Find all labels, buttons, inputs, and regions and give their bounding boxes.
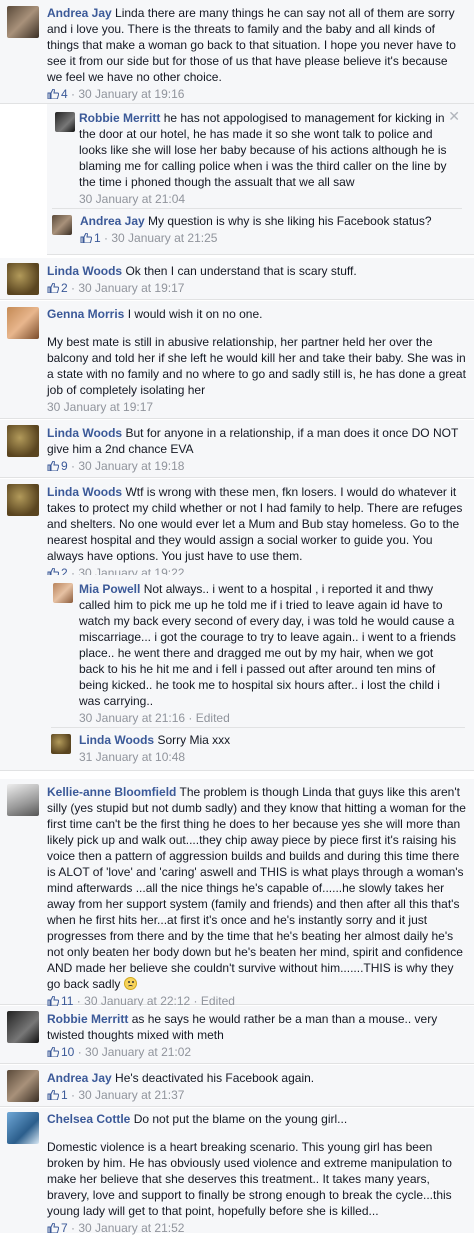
- like-icon[interactable]: [47, 1047, 59, 1057]
- comment-author[interactable]: Linda Woods: [79, 733, 154, 747]
- like-count[interactable]: 10: [61, 1045, 74, 1059]
- comment-meta: 4 · 30 January at 19:16: [47, 86, 466, 102]
- timestamp[interactable]: 31 January at 10:48: [79, 750, 185, 764]
- comment: Chelsea Cottle Do not put the blame on t…: [0, 1108, 474, 1236]
- comment-author[interactable]: Andrea Jay: [47, 1071, 112, 1085]
- comment-body: Linda Woods Wtf is wrong with these men,…: [47, 484, 466, 581]
- comment-author[interactable]: Genna Morris: [47, 307, 124, 321]
- comment-author[interactable]: Chelsea Cottle: [47, 1112, 130, 1126]
- comment-text: My question is why is she liking his Fac…: [148, 214, 432, 228]
- reply: Linda Woods Sorry Mia xxx 31 January at …: [51, 727, 465, 764]
- comment-body: Andrea Jay Linda there are many things h…: [47, 5, 466, 102]
- close-icon[interactable]: ✕: [448, 108, 460, 125]
- comment-body: Andrea Jay My question is why is she lik…: [80, 213, 460, 246]
- reply-thread: Robbie Merritt he has not appologised to…: [47, 104, 474, 255]
- like-count[interactable]: 4: [61, 87, 68, 101]
- comment-meta: 1 · 30 January at 21:37: [47, 1087, 466, 1103]
- avatar[interactable]: [51, 734, 71, 754]
- like-icon[interactable]: [80, 233, 92, 243]
- comment: Genna Morris I would wish it on no one. …: [0, 301, 474, 419]
- comment-meta: 1 · 30 January at 21:25: [80, 230, 460, 246]
- comment-meta: 31 January at 10:48: [79, 749, 459, 765]
- comment-body: Robbie Merritt as he says he would rathe…: [47, 1011, 466, 1060]
- sad-face-icon: [123, 977, 137, 990]
- comment-meta: 9 · 30 January at 19:18: [47, 458, 466, 474]
- comment-body: Kellie-anne Bloomfield The problem is th…: [47, 784, 466, 1009]
- reply-thread: Mia Powell Not always.. i went to a hosp…: [47, 575, 474, 768]
- avatar[interactable]: [7, 784, 39, 816]
- like-icon[interactable]: [47, 996, 59, 1006]
- comment-text: Domestic violence is a heart breaking sc…: [47, 1140, 452, 1218]
- comment-author[interactable]: Kellie-anne Bloomfield: [47, 785, 176, 799]
- comment-author[interactable]: Andrea Jay: [80, 214, 145, 228]
- timestamp[interactable]: 30 January at 21:04: [79, 192, 185, 206]
- comment-author[interactable]: Linda Woods: [47, 485, 122, 499]
- like-icon[interactable]: [47, 1223, 59, 1233]
- comment-body: Linda Woods But for anyone in a relation…: [47, 425, 466, 474]
- reply: Andrea Jay My question is why is she lik…: [52, 208, 462, 245]
- like-count[interactable]: 2: [61, 281, 68, 295]
- timestamp[interactable]: 30 January at 19:17: [47, 400, 153, 414]
- like-icon[interactable]: [47, 461, 59, 471]
- comment-text: Sorry Mia xxx: [157, 733, 231, 747]
- comment-meta: 30 January at 19:17: [47, 399, 466, 415]
- timestamp[interactable]: 30 January at 21:37: [78, 1088, 184, 1102]
- avatar[interactable]: [7, 307, 39, 339]
- comment-text: The problem is though Linda that guys li…: [47, 785, 466, 991]
- comment: Andrea Jay He's deactivated his Facebook…: [0, 1065, 474, 1107]
- comment-text: Ok then I can understand that is scary s…: [125, 264, 357, 278]
- avatar[interactable]: [7, 425, 39, 457]
- comment-body: Chelsea Cottle Do not put the blame on t…: [47, 1111, 466, 1236]
- like-count[interactable]: 9: [61, 459, 68, 473]
- comment-text: I would wish it on no one.: [127, 307, 263, 321]
- like-icon[interactable]: [47, 1090, 59, 1100]
- avatar[interactable]: [7, 1112, 39, 1144]
- comment-body: Linda Woods Ok then I can understand tha…: [47, 263, 466, 296]
- avatar[interactable]: [7, 1011, 39, 1043]
- comment-body: Mia Powell Not always.. i went to a hosp…: [79, 581, 461, 726]
- comment: Linda Woods Ok then I can understand tha…: [0, 258, 474, 300]
- like-count[interactable]: 1: [94, 231, 101, 245]
- comment-body: Genna Morris I would wish it on no one. …: [47, 306, 466, 415]
- avatar[interactable]: [52, 215, 72, 235]
- timestamp[interactable]: 30 January at 19:16: [78, 87, 184, 101]
- like-icon[interactable]: [47, 89, 59, 99]
- timestamp[interactable]: 30 January at 19:17: [78, 281, 184, 295]
- comment-text: My best mate is still in abusive relatio…: [47, 335, 466, 397]
- comment-meta: 2 · 30 January at 19:17: [47, 280, 466, 296]
- comment-author[interactable]: Linda Woods: [47, 426, 122, 440]
- comment-author[interactable]: Linda Woods: [47, 264, 122, 278]
- comment-meta: 10 · 30 January at 21:02: [47, 1044, 466, 1060]
- avatar[interactable]: [7, 484, 39, 516]
- comment: Robbie Merritt as he says he would rathe…: [0, 1006, 474, 1064]
- comment-text: He's deactivated his Facebook again.: [115, 1071, 315, 1085]
- comment-meta: 30 January at 21:04: [79, 191, 449, 207]
- avatar[interactable]: [55, 112, 75, 132]
- comment: Kellie-anne Bloomfield The problem is th…: [0, 779, 474, 1008]
- comment-meta: 7 · 30 January at 21:52: [47, 1220, 466, 1236]
- avatar[interactable]: [7, 1070, 39, 1102]
- avatar[interactable]: [7, 263, 39, 295]
- comment-text: Not always.. i went to a hospital , i re…: [79, 582, 456, 708]
- comment-body: Linda Woods Sorry Mia xxx 31 January at …: [79, 732, 459, 765]
- comment: Linda Woods But for anyone in a relation…: [0, 420, 474, 478]
- timestamp[interactable]: 30 January at 21:02: [85, 1045, 191, 1059]
- comment-meta: 30 January at 21:16 · Edited: [79, 711, 230, 725]
- timestamp[interactable]: 30 January at 21:25: [111, 231, 217, 245]
- avatar[interactable]: [7, 6, 39, 38]
- edited-label[interactable]: Edited: [196, 711, 230, 725]
- avatar[interactable]: [53, 583, 73, 603]
- like-count[interactable]: 1: [61, 1088, 68, 1102]
- comment-author[interactable]: Robbie Merritt: [79, 111, 160, 125]
- comment-author[interactable]: Andrea Jay: [47, 6, 112, 20]
- comment-text: Do not put the blame on the young girl..…: [133, 1112, 348, 1126]
- comment-author[interactable]: Robbie Merritt: [47, 1012, 128, 1026]
- like-icon[interactable]: [47, 283, 59, 293]
- comment: Andrea Jay Linda there are many things h…: [0, 0, 474, 104]
- comment-author[interactable]: Mia Powell: [79, 582, 140, 596]
- timestamp[interactable]: 30 January at 21:16: [79, 711, 185, 725]
- comment-body: Andrea Jay He's deactivated his Facebook…: [47, 1070, 466, 1103]
- comment-body: Robbie Merritt he has not appologised to…: [79, 110, 449, 207]
- timestamp[interactable]: 30 January at 19:18: [78, 459, 184, 473]
